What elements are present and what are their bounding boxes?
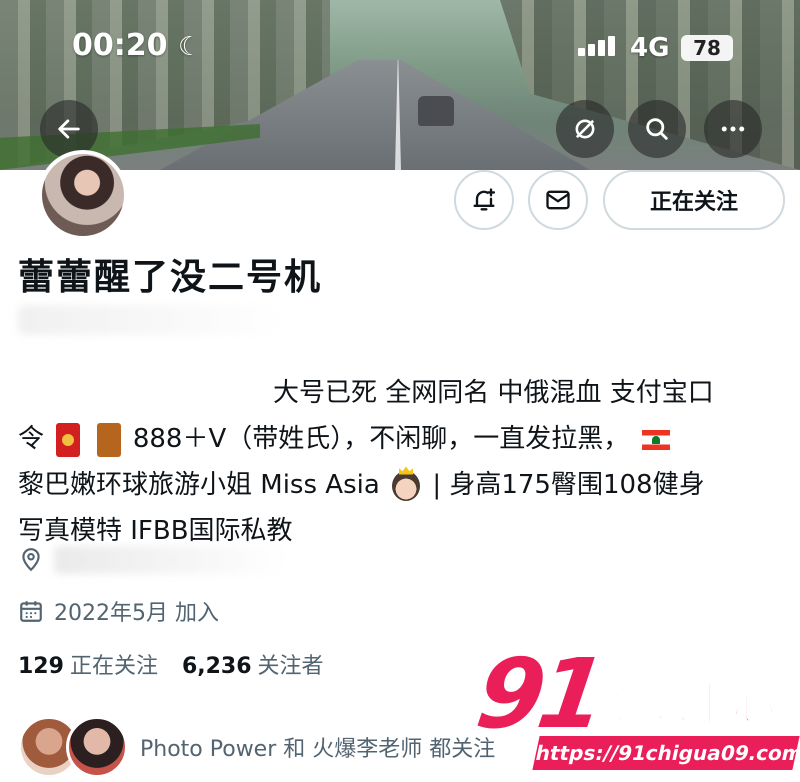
calendar-icon	[20, 601, 42, 622]
search-icon	[646, 118, 668, 140]
bio-line-2-end: 888＋V（带姓氏），不闲聊，一直发拉黑，	[132, 424, 630, 454]
princess-icon	[392, 470, 421, 501]
followers-label: 关注者	[257, 654, 324, 679]
red-envelope-icon	[56, 422, 81, 457]
following-count: 129	[18, 654, 64, 679]
status-time: 00:20 ☾	[72, 28, 201, 63]
followers-count: 6,236	[181, 654, 252, 679]
more-button[interactable]	[704, 100, 762, 158]
avatar[interactable]	[38, 150, 128, 240]
watermark: 91 吃瓜中心 https://91chigua09.com	[470, 638, 800, 778]
bio-line-1: 大号已死 全网同名 中俄混血 支付宝口	[273, 378, 714, 408]
followers-count-link[interactable]: 6,236 关注者	[182, 648, 324, 680]
watermark-brand: 吃瓜中心	[599, 678, 777, 731]
hide-button[interactable]	[556, 100, 614, 158]
arrow-left-icon	[58, 119, 80, 139]
following-count-link[interactable]: 129 正在关注	[18, 648, 158, 680]
joined-row: 2022年5月 加入	[18, 595, 219, 627]
back-button[interactable]	[40, 100, 98, 158]
search-button[interactable]	[628, 100, 686, 158]
bio-line-3-end: | 身高175臀围108健身	[432, 470, 705, 500]
watermark-url: https://91chigua09.com	[532, 736, 800, 770]
watermark-number: 91	[470, 638, 608, 750]
location-row	[18, 546, 284, 574]
joined-date: 2022年5月 加入	[54, 601, 219, 626]
message-button[interactable]	[528, 170, 588, 230]
bio-line-3-start: 黎巴嫩环球旅游小姐 Miss Asia	[18, 470, 380, 500]
bio-line-4: 写真模特 IFBB国际私教	[18, 516, 293, 546]
network-type: 4G	[630, 33, 670, 63]
blurred-handle	[18, 305, 278, 335]
bio-line-2-start: 令	[18, 424, 45, 454]
banner-car	[418, 96, 454, 126]
battery-indicator: 78	[681, 35, 733, 61]
moon-icon: ☾	[177, 32, 202, 62]
followed-by-text: Photo Power 和 火爆李老师 都关注	[140, 737, 496, 762]
bell-plus-icon	[473, 188, 496, 211]
following-button[interactable]: 正在关注	[603, 170, 785, 230]
brick-icon	[96, 422, 121, 457]
notify-button[interactable]	[454, 170, 514, 230]
eye-slash-icon	[575, 119, 595, 139]
location-pin-icon	[22, 548, 40, 572]
signal-icon	[578, 36, 615, 56]
blurred-location	[54, 546, 284, 574]
more-dots-icon	[721, 126, 745, 132]
lebanon-flag-icon	[641, 429, 670, 450]
status-time-text: 00:20	[72, 28, 168, 63]
profile-bio: 大号已死 全网同名 中俄混血 支付宝口 令 888＋V（带姓氏），不闲聊，一直发…	[18, 370, 788, 554]
followed-by-row[interactable]: Photo Power 和 火爆李老师 都关注	[18, 712, 495, 782]
mail-icon	[546, 190, 570, 210]
follower-avatar	[66, 716, 128, 778]
follow-counts: 129 正在关注 6,236 关注者	[18, 648, 324, 680]
display-name: 蕾蕾醒了没二号机	[18, 257, 323, 298]
following-label: 正在关注	[69, 654, 158, 679]
